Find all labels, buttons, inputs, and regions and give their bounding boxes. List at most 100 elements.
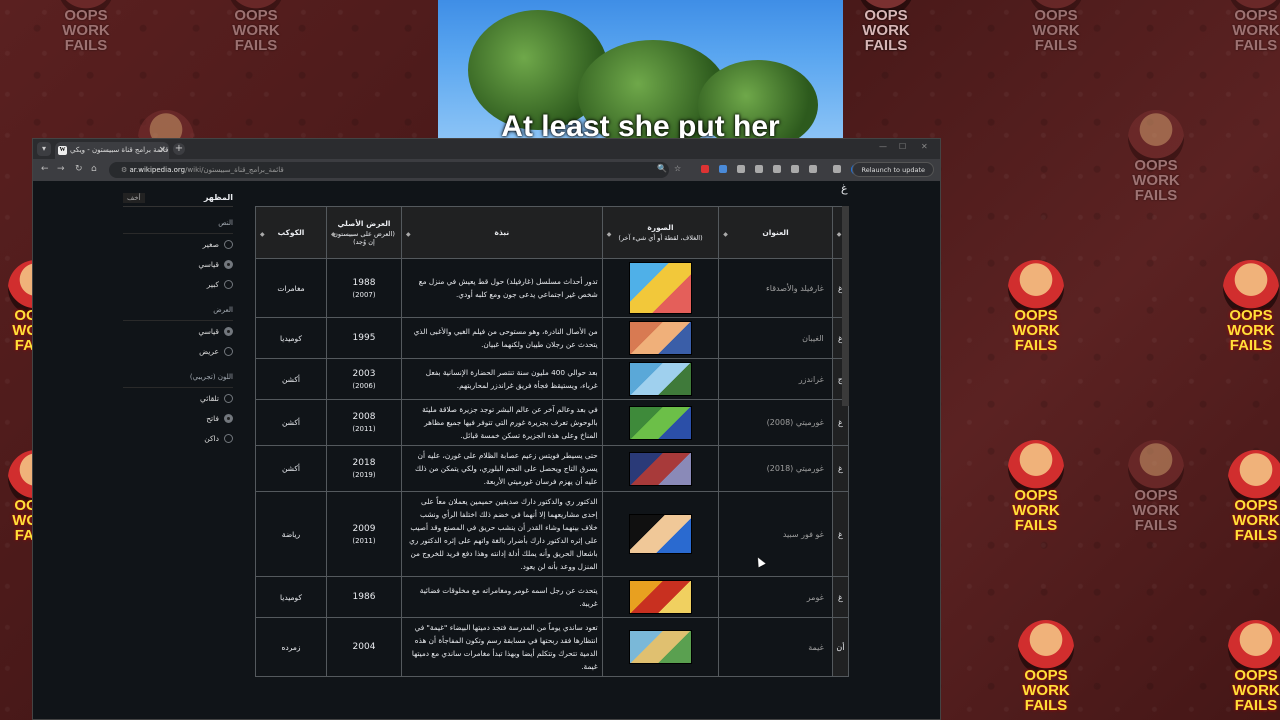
radio-button[interactable] — [224, 239, 233, 249]
logo-text-line1: OOPS — [1014, 307, 1058, 324]
row-summary: من الأصال النادرة، وهو مستوحى من فيلم ال… — [400, 317, 603, 359]
radio-button[interactable] — [224, 433, 233, 443]
width-options: قياسي عريض — [123, 321, 233, 361]
radio-option[interactable]: تلقائي — [123, 388, 233, 408]
radio-option[interactable]: قياسي — [123, 321, 233, 341]
row-title-link[interactable]: غورميتي (2018) — [718, 445, 833, 492]
maximize-icon[interactable]: ☐ — [899, 142, 906, 151]
radio-option[interactable]: قياسي — [123, 254, 233, 274]
radio-option[interactable]: داكن — [123, 428, 233, 448]
oops-logo: OOPSWORK FAILS — [1205, 260, 1280, 356]
logo-text-line1: OOPS — [1024, 667, 1068, 684]
table-container: ◆ العنوان ◆ الصورة (الغلاف، لقطة أو أي شيء… — [255, 206, 849, 719]
radio-option[interactable]: فاتح — [123, 408, 233, 428]
radio-button[interactable] — [224, 279, 233, 289]
row-image-cell — [601, 617, 720, 677]
zoom-icon[interactable]: 🔍 — [657, 164, 667, 173]
image-column-header[interactable]: الصورة (الغلاف، لقطة أو أي شيء آخر) ◆ — [601, 206, 720, 259]
back-arrow-icon[interactable]: ← — [41, 164, 49, 174]
mute-icon[interactable] — [737, 165, 745, 173]
oops-logo: OOPSWORK FAILS — [1210, 620, 1280, 716]
text-section-label: النص — [123, 219, 233, 234]
radio-option[interactable]: كبير — [123, 274, 233, 294]
sort-icon[interactable]: ◆ — [607, 231, 612, 238]
oops-logo: OOPSWORK FAILS — [1000, 620, 1092, 716]
section-heading: غ — [841, 182, 848, 195]
new-tab-button[interactable]: + — [173, 143, 185, 155]
sort-icon[interactable]: ◆ — [331, 231, 336, 238]
extension-red-icon[interactable] — [701, 165, 709, 173]
row-year-cell: 2018 (2019) — [325, 445, 402, 492]
sort-icon[interactable]: ◆ — [260, 231, 265, 238]
close-window-icon[interactable]: ✕ — [921, 142, 928, 151]
logo-text-line2: WORK FAILS — [232, 22, 280, 54]
planet-header-label: الكوكب — [277, 228, 305, 237]
reload-icon[interactable]: ↻ — [75, 164, 83, 174]
logo-text-line1: OOPS — [1234, 497, 1278, 514]
title-column-header[interactable]: العنوان ◆ — [718, 206, 833, 259]
summary-column-header[interactable]: نبذة ◆ — [400, 206, 603, 259]
bookmark-star-icon[interactable]: ☆ — [674, 164, 681, 173]
row-image-cell — [601, 576, 720, 618]
table-row: غ الغيبان من الأصال النادرة، وهو مستوحى من… — [255, 317, 849, 359]
radio-button[interactable] — [224, 393, 233, 403]
media-icon[interactable] — [833, 165, 841, 173]
radio-option[interactable]: عريض — [123, 341, 233, 361]
radio-label: داكن — [204, 433, 219, 443]
active-tab[interactable]: W قائمة برامج قناة سبيستون - ويكي × — [55, 142, 169, 159]
logo-text-line1: OOPS — [864, 7, 908, 24]
row-spacetoon-year: (2007) — [352, 290, 376, 299]
radio-button[interactable] — [224, 259, 233, 269]
show-thumbnail-image[interactable] — [628, 580, 692, 614]
show-thumbnail-image[interactable] — [628, 451, 692, 486]
extension-blue-icon[interactable] — [719, 165, 727, 173]
show-thumbnail-image[interactable] — [628, 362, 692, 396]
row-title-link[interactable]: غيمة — [718, 617, 833, 677]
row-title-link[interactable]: غارفيلد والأصدقاء — [718, 258, 833, 318]
row-title-link[interactable]: غو فور سبيد — [718, 491, 833, 577]
address-bar[interactable]: ⚙ ar.wikipedia.org/wiki/قائمة_برامج_قناة… — [109, 162, 669, 178]
relaunch-button[interactable]: Relaunch to update — [852, 162, 934, 177]
row-title-link[interactable]: غراندزر — [718, 358, 833, 400]
row-year: 2008 — [352, 412, 376, 422]
radio-button[interactable] — [224, 346, 233, 356]
row-letter: غ — [831, 399, 849, 446]
forward-arrow-icon[interactable]: → — [57, 164, 65, 174]
print-icon[interactable] — [773, 165, 781, 173]
row-spacetoon-year: (2006) — [352, 381, 376, 390]
show-thumbnail-image[interactable] — [628, 514, 692, 554]
sort-icon[interactable]: ◆ — [723, 231, 728, 238]
sort-icon[interactable]: ◆ — [406, 231, 411, 238]
hide-button[interactable]: أخف — [123, 192, 145, 203]
row-title-link[interactable]: الغيبان — [718, 317, 833, 359]
puzzle-icon[interactable] — [809, 165, 817, 173]
radio-button[interactable] — [224, 326, 233, 336]
show-thumbnail-image[interactable] — [628, 321, 692, 355]
shield-icon[interactable] — [791, 165, 799, 173]
logo-text-line2: WORK FAILS — [62, 22, 110, 54]
extension-icon[interactable] — [755, 165, 763, 173]
show-thumbnail-image[interactable] — [628, 405, 692, 440]
show-thumbnail-image[interactable] — [628, 630, 692, 664]
row-planet: أكشن — [255, 358, 327, 400]
table-row: ج غراندزر بعد حوالي 400 مليون سنة تنتصر ال… — [255, 358, 849, 400]
row-image-cell — [601, 399, 720, 446]
original-column-header[interactable]: العرض الأصلي (العرض على سبيستون إن وُجد) ◆ — [325, 206, 402, 259]
row-title-link[interactable]: غورميتي (2008) — [718, 399, 833, 446]
site-info-icon[interactable]: ⚙ — [121, 166, 130, 174]
minimize-icon[interactable]: — — [879, 142, 887, 151]
row-year: 1986 — [352, 592, 376, 602]
logo-text-line1: OOPS — [234, 7, 278, 24]
table-scrollbar[interactable] — [842, 206, 849, 406]
close-tab-icon[interactable]: × — [158, 142, 166, 159]
appearance-title: المظهر — [203, 193, 233, 202]
tab-search-button[interactable]: ▾ — [37, 142, 51, 156]
show-thumbnail-image[interactable] — [628, 262, 692, 314]
radio-option[interactable]: صغير — [123, 234, 233, 254]
row-title-link[interactable]: غومر — [718, 576, 833, 618]
home-icon[interactable]: ⌂ — [91, 164, 97, 174]
planet-column-header[interactable]: الكوكب ◆ — [255, 206, 327, 259]
radio-button[interactable] — [224, 413, 233, 423]
radio-label: تلقائي — [200, 393, 219, 403]
radio-label: قياسي — [198, 259, 219, 269]
